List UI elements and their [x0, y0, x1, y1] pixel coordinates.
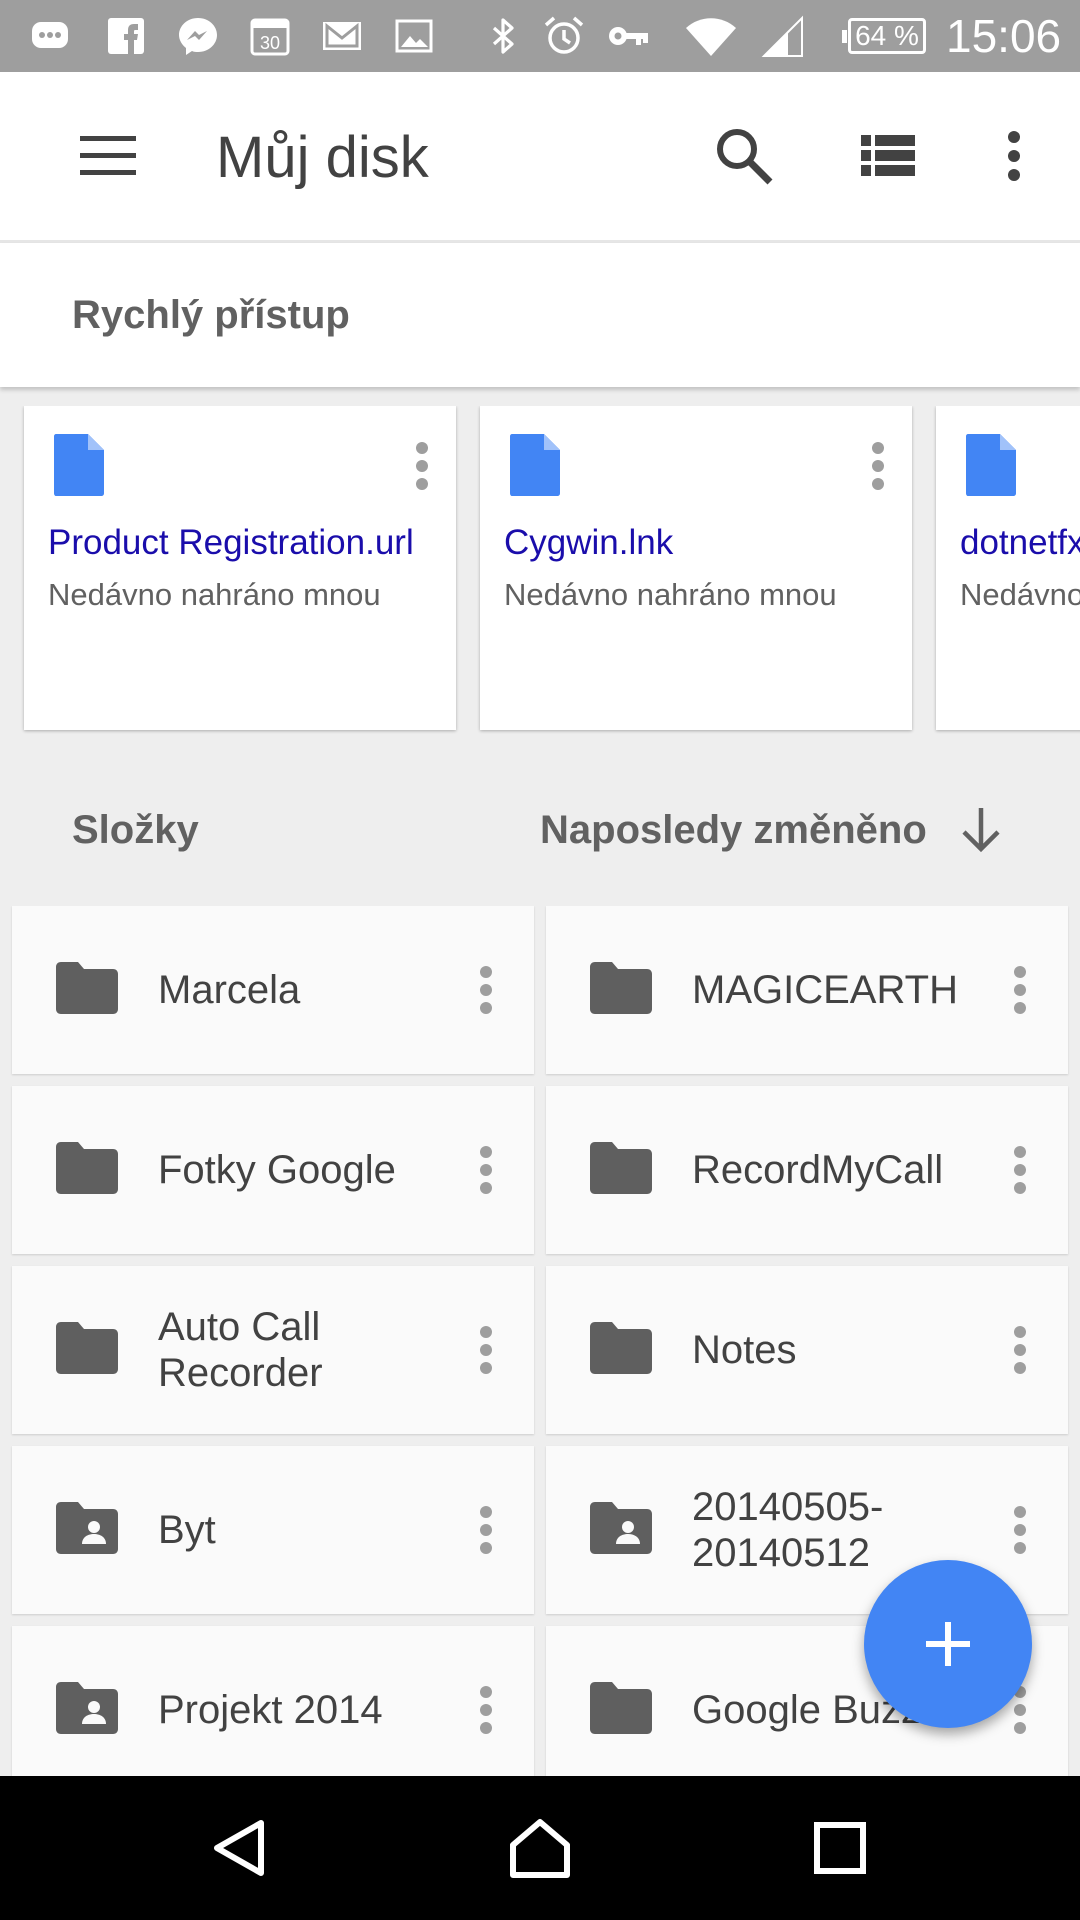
status-bar: 30 64 % 15:06 [0, 0, 1080, 72]
folder-tile[interactable]: RecordMyCall [546, 1086, 1068, 1254]
folder-tile[interactable]: Byt [12, 1446, 534, 1614]
facebook-icon [104, 14, 148, 58]
file-name: Product Registration.url [48, 523, 414, 562]
folder-more-button[interactable] [1002, 1498, 1038, 1562]
folder-more-button[interactable] [468, 1138, 504, 1202]
home-icon [510, 1819, 570, 1878]
plus-icon [926, 1622, 970, 1666]
folder-more-button[interactable] [468, 1318, 504, 1382]
folder-tile[interactable]: Notes [546, 1266, 1068, 1434]
quick-access-card[interactable]: dotnetfx Nedávno nahráno mnou [936, 406, 1080, 730]
folder-icon [590, 1682, 652, 1734]
more-vert-icon [1008, 131, 1020, 181]
folder-icon [590, 1322, 652, 1374]
file-name: dotnetfx [960, 523, 1080, 562]
card-more-button[interactable] [404, 434, 440, 498]
calendar-day: 30 [260, 33, 280, 53]
cell-signal-icon [760, 14, 806, 58]
recents-button[interactable] [798, 1806, 882, 1890]
shared-folder-icon [56, 1682, 118, 1734]
menu-icon [80, 136, 136, 175]
folder-icon [56, 1322, 118, 1374]
menu-button[interactable] [68, 116, 148, 196]
folder-more-button[interactable] [1002, 958, 1038, 1022]
home-button[interactable] [498, 1806, 582, 1890]
folder-icon [56, 962, 118, 1014]
quick-access-card[interactable]: Product Registration.url Nedávno nahráno… [24, 406, 456, 730]
folder-tile[interactable]: Auto Call Recorder [12, 1266, 534, 1434]
file-name: Cygwin.lnk [504, 523, 674, 562]
alarm-icon [542, 14, 586, 58]
folder-more-button[interactable] [468, 1678, 504, 1742]
messages-icon [28, 14, 72, 58]
folder-tile[interactable]: Projekt 2014 [12, 1626, 534, 1776]
folder-name: Byt [158, 1508, 216, 1552]
gmail-icon [320, 14, 364, 58]
folder-name: Marcela [158, 968, 301, 1012]
page-title: Můj disk [216, 125, 429, 190]
folder-tile[interactable]: MAGICEARTH [546, 906, 1068, 1074]
folder-more-button[interactable] [1002, 1318, 1038, 1382]
calendar-icon: 30 [248, 14, 292, 58]
folder-name: RecordMyCall [692, 1148, 944, 1192]
list-view-button[interactable] [848, 116, 928, 196]
wifi-icon [684, 14, 738, 58]
messenger-icon [176, 14, 220, 58]
battery-level: 64 % [855, 20, 919, 51]
more-options-button[interactable] [974, 116, 1054, 196]
folder-more-button[interactable] [468, 1498, 504, 1562]
quick-access-card[interactable]: Cygwin.lnk Nedávno nahráno mnou [480, 406, 912, 730]
file-subtitle: Nedávno nahráno mnou [504, 577, 837, 612]
back-button[interactable] [198, 1806, 282, 1890]
gallery-icon [392, 14, 436, 58]
shared-folder-icon [56, 1502, 118, 1554]
folder-name: Fotky Google [158, 1148, 396, 1192]
folder-more-button[interactable] [468, 958, 504, 1022]
folder-name: Auto Call Recorder [158, 1305, 323, 1395]
navigation-bar [0, 1776, 1080, 1920]
document-icon [510, 434, 560, 496]
vpn-key-icon [606, 14, 650, 58]
clock: 15:06 [946, 10, 1062, 62]
folder-icon [590, 962, 652, 1014]
card-more-button[interactable] [860, 434, 896, 498]
document-icon [966, 434, 1016, 496]
new-item-button[interactable] [864, 1560, 1032, 1728]
quick-access-title: Rychlý přístup [72, 293, 350, 337]
file-subtitle: Nedávno nahráno mnou [960, 577, 1080, 612]
quick-access-list[interactable]: Product Registration.url Nedávno nahráno… [0, 406, 1080, 734]
arrow-down-icon[interactable] [956, 804, 1006, 856]
folder-name: Notes [692, 1328, 797, 1372]
folder-icon [56, 1142, 118, 1194]
search-icon [717, 129, 773, 185]
quick-access-header: Rychlý přístup [0, 243, 1080, 387]
app-bar: Můj disk [0, 72, 1080, 240]
battery-indicator: 64 % [842, 18, 926, 54]
back-icon [214, 1820, 264, 1876]
folder-name: MAGICEARTH [692, 968, 958, 1012]
shared-folder-icon [590, 1502, 652, 1554]
search-button[interactable] [704, 116, 784, 196]
document-icon [54, 434, 104, 496]
recents-icon [814, 1822, 866, 1874]
list-view-icon [861, 135, 915, 176]
folder-tile[interactable]: Marcela [12, 906, 534, 1074]
folders-title: Složky [72, 808, 199, 852]
folder-name: Projekt 2014 [158, 1688, 383, 1732]
bluetooth-icon [482, 14, 526, 58]
more-vert-icon [872, 442, 884, 490]
more-vert-icon [416, 442, 428, 490]
folder-more-button[interactable] [1002, 1138, 1038, 1202]
sort-button[interactable]: Naposledy změněno [540, 806, 927, 854]
folder-tile[interactable]: Fotky Google [12, 1086, 534, 1254]
file-subtitle: Nedávno nahráno mnou [48, 577, 381, 612]
folder-icon [590, 1142, 652, 1194]
